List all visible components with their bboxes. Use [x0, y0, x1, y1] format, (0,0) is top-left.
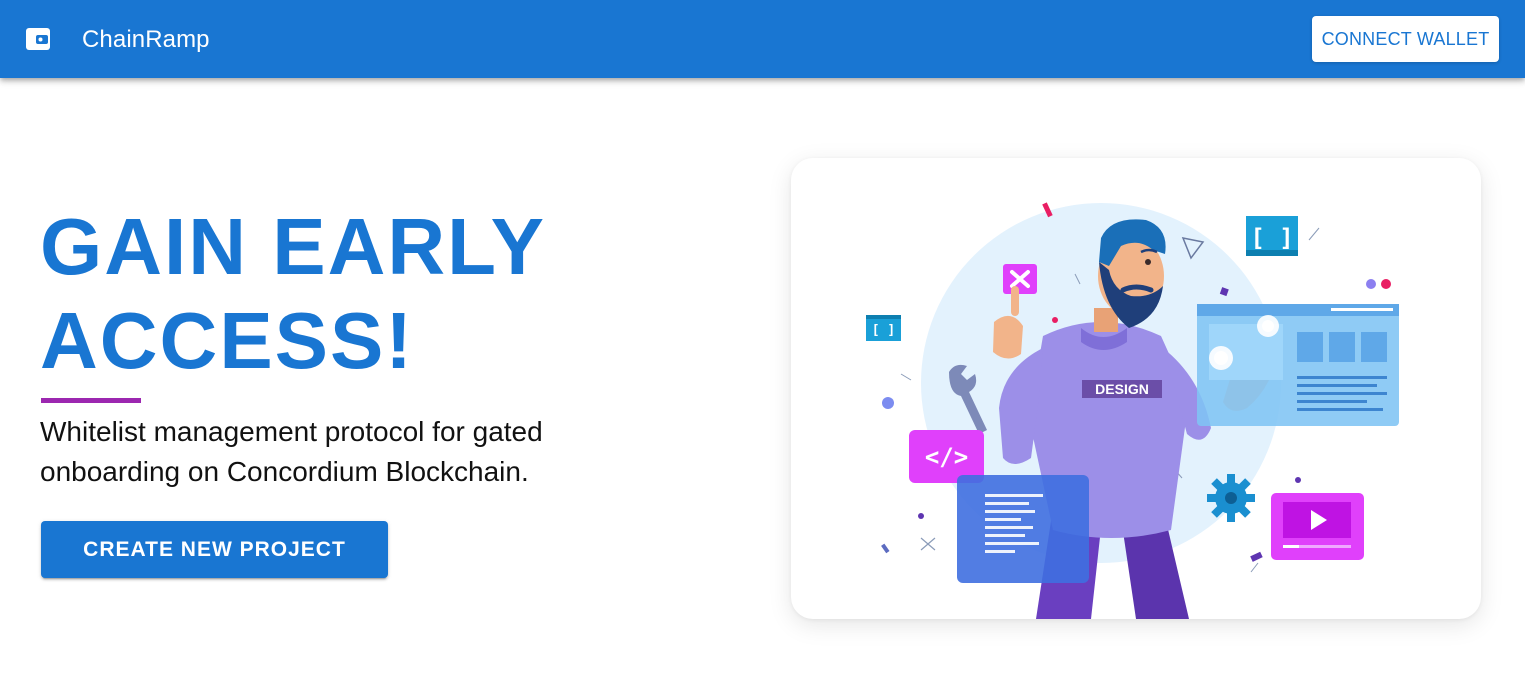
gear-icon	[1207, 474, 1255, 522]
dot-blue	[882, 397, 894, 409]
wallet-icon	[25, 27, 51, 51]
hero-title: GAIN EARLY ACCESS!	[40, 202, 545, 385]
designer-illustration: [ ] [ ] DESIGN </>	[866, 202, 1399, 619]
bracket-large-label: [ ]	[1250, 224, 1293, 252]
connect-wallet-button[interactable]: CONNECT WALLET	[1312, 16, 1499, 62]
code-tag-label: </>	[925, 443, 968, 471]
x-mark	[920, 537, 936, 551]
shirt-text: DESIGN	[1095, 381, 1149, 397]
dot-purple	[1366, 279, 1376, 289]
brand-name[interactable]: ChainRamp	[82, 26, 210, 54]
hero-illustration-card: [ ] [ ] DESIGN </>	[791, 158, 1481, 619]
create-new-project-button[interactable]: CREATE NEW PROJECT	[41, 521, 388, 578]
app-bar: ChainRamp CONNECT WALLET	[0, 0, 1525, 78]
dot-pink	[1381, 279, 1391, 289]
bracket-small-label: [ ]	[872, 323, 895, 338]
hero-subtitle: Whitelist management protocol for gated …	[40, 416, 543, 487]
title-divider	[41, 398, 141, 403]
dot-pink-small	[1052, 317, 1058, 323]
